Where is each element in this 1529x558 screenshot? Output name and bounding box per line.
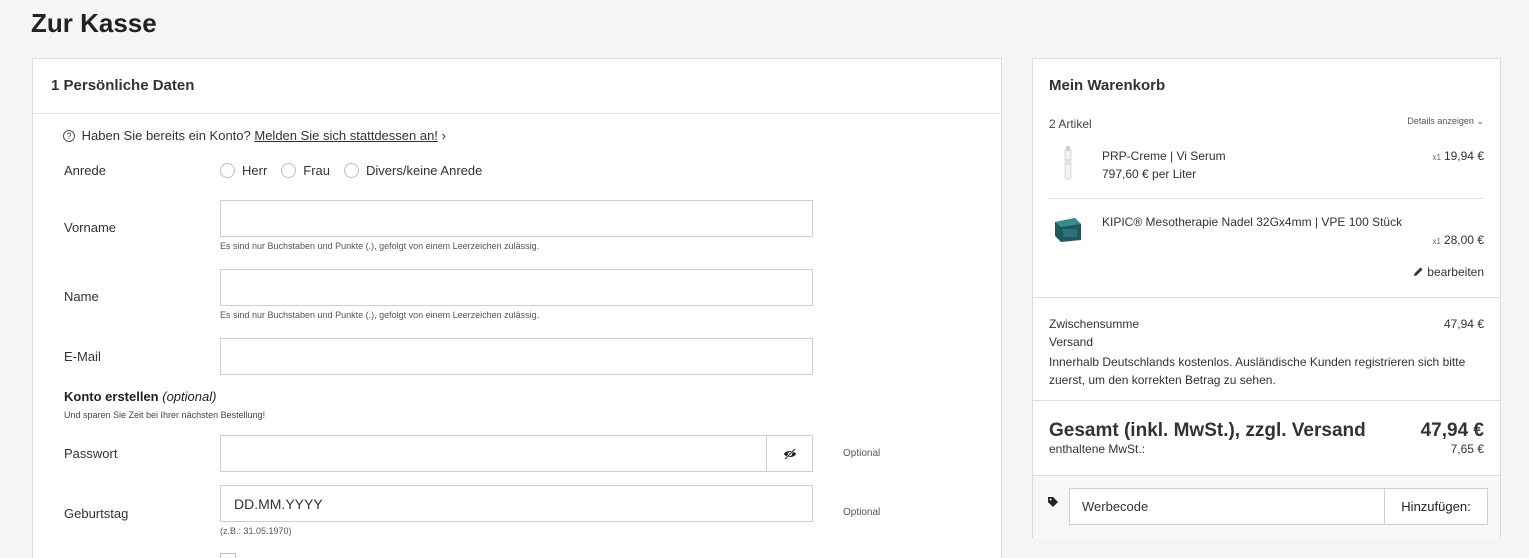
add-promo-button[interactable]: Hinzufügen: (1384, 488, 1488, 525)
total-label: Gesamt (inkl. MwSt.), zzgl. Versand (1049, 420, 1366, 441)
divider (1033, 297, 1500, 298)
shipping-note: Innerhalb Deutschlands kostenlos. Auslän… (1049, 355, 1466, 387)
page-title: Zur Kasse (31, 8, 157, 38)
divider (1033, 400, 1500, 401)
subtotal-value: 47,94 € (1443, 317, 1484, 331)
item-name: PRP-Creme | Vi Serum (1102, 149, 1226, 163)
eye-slash-icon (784, 447, 796, 460)
create-account-subtitle: Und sparen Sie Zeit bei Ihrer nächsten B… (64, 410, 266, 420)
details-link-label: Details anzeigen (1407, 116, 1474, 126)
item-divider (1049, 198, 1484, 199)
edit-cart-link[interactable]: bearbeiten (1413, 265, 1484, 279)
promo-code-input[interactable]: Werbecode (1069, 488, 1385, 525)
create-account-label: Konto erstellen (64, 389, 159, 404)
password-field[interactable] (220, 435, 813, 472)
item-price: x1 19,94 € (1433, 149, 1485, 163)
chevron-right-icon: › (441, 128, 446, 143)
email-field[interactable] (220, 338, 813, 375)
section-title: 1 Persönliche Daten (33, 59, 1001, 114)
login-hint: ? Haben Sie bereits ein Konto? Melden Si… (63, 128, 446, 143)
radio-label: Divers/keine Anrede (366, 163, 483, 178)
item-qty: x1 (1432, 237, 1441, 246)
item-price: x1 28,00 € (1433, 233, 1485, 247)
password-optional: Optional (843, 448, 881, 459)
item-name: KIPIC® Mesotherapie Nadel 32Gx4mm | VPE … (1102, 215, 1403, 229)
birthday-optional: Optional (843, 507, 881, 518)
personal-data-panel: 1 Persönliche Daten ? Haben Sie bereits … (32, 58, 1002, 558)
first-name-field[interactable] (220, 200, 813, 237)
radio-label: Frau (303, 163, 331, 178)
details-link[interactable]: Details anzeigen ⌄ (1407, 116, 1484, 127)
vat-value: 7,65 € (1450, 442, 1484, 456)
salutation-label: Anrede (64, 163, 106, 178)
radio-button[interactable] (344, 163, 360, 178)
password-label: Passwort (64, 446, 118, 461)
birthday-example: (z.B.: 31.05.1970) (220, 526, 292, 536)
vat-label: enthaltene MwSt.: (1049, 442, 1146, 456)
last-name-hint: Es sind nur Buchstaben und Punkte (.), g… (220, 310, 540, 320)
birthday-label: Geburtstag (64, 506, 129, 521)
last-name-label: Name (64, 289, 99, 304)
subtotal-label: Zwischensumme (1049, 317, 1140, 331)
cart-title: Mein Warenkorb (1049, 77, 1166, 94)
last-name-field[interactable] (220, 269, 813, 306)
product-image-needles (1055, 218, 1081, 242)
help-icon: ? (63, 130, 75, 142)
total-value: 47,94 € (1420, 420, 1484, 441)
first-name-label: Vorname (64, 220, 117, 235)
cart-count: 2 Artikel (1049, 117, 1092, 131)
item-price-value: 19,94 € (1443, 149, 1484, 163)
newsletter-checkbox[interactable] (220, 553, 236, 558)
chevron-down-icon: ⌄ (1476, 116, 1484, 126)
shipping-label: Versand (1049, 335, 1094, 349)
edit-label: bearbeiten (1427, 265, 1484, 279)
radio-button[interactable] (281, 163, 297, 178)
birthday-field[interactable]: DD.MM.YYYY (220, 485, 813, 522)
radio-frau[interactable]: Frau (281, 163, 330, 178)
radio-button[interactable] (220, 163, 235, 178)
show-password-button[interactable] (766, 436, 813, 471)
cart-panel: Mein Warenkorb 2 Artikel Details anzeige… (1032, 58, 1501, 539)
pencil-icon (1413, 267, 1423, 276)
item-price-value: 28,00 € (1443, 233, 1484, 247)
login-hint-text: Haben Sie bereits ein Konto? (81, 128, 251, 143)
radio-label: Herr (242, 163, 268, 178)
product-image-serum (1064, 146, 1072, 180)
create-account-title: Konto erstellen (optional) (64, 389, 216, 404)
login-link[interactable]: Melden Sie sich stattdessen an! (254, 128, 438, 143)
first-name-hint: Es sind nur Buchstaben und Punkte (.), g… (220, 241, 540, 251)
item-qty: x1 (1432, 153, 1441, 162)
salutation-radio-group: Herr Frau Divers/keine Anrede (220, 163, 496, 178)
item-unit-price: 797,60 € per Liter (1102, 167, 1197, 181)
tag-icon (1048, 497, 1058, 507)
radio-divers[interactable]: Divers/keine Anrede (344, 163, 482, 178)
email-label: E-Mail (64, 349, 101, 364)
optional-suffix: (optional) (162, 389, 217, 404)
radio-herr[interactable]: Herr (220, 163, 267, 178)
